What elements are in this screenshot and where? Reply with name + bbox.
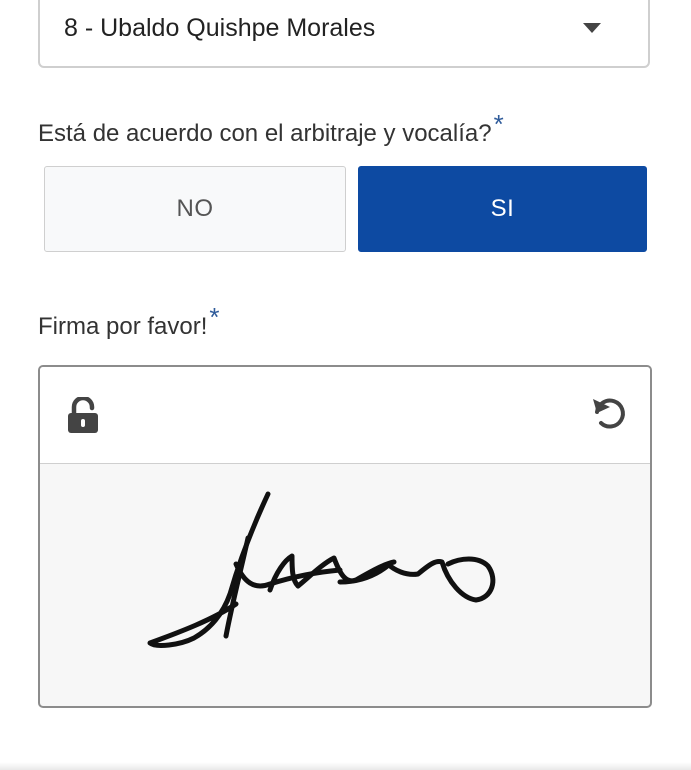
signature-drawing[interactable] [40,464,650,706]
required-asterisk: * [209,302,220,332]
caret-down-icon[interactable] [583,23,601,33]
signature-toolbar [40,367,650,464]
agreement-question-text: Está de acuerdo con el arbitraje y vocal… [38,120,492,147]
signature-label: Firma por favor!* [38,302,220,341]
agreement-question-label: Está de acuerdo con el arbitraje y vocal… [38,109,504,148]
bottom-shadow [0,762,691,770]
no-option-button[interactable]: NO [44,166,346,252]
participant-select[interactable]: 8 - Ubaldo Quishpe Morales [38,0,650,68]
undo-icon[interactable] [591,395,629,433]
required-asterisk: * [493,109,504,139]
signature-label-text: Firma por favor! [38,313,208,340]
signature-pad[interactable] [38,365,652,708]
si-option-button[interactable]: SI [358,166,647,252]
signature-form-page: 8 - Ubaldo Quishpe Morales Está de acuer… [0,0,691,770]
participant-select-value: 8 - Ubaldo Quishpe Morales [64,14,376,42]
unlocked-padlock-icon[interactable] [66,397,100,433]
